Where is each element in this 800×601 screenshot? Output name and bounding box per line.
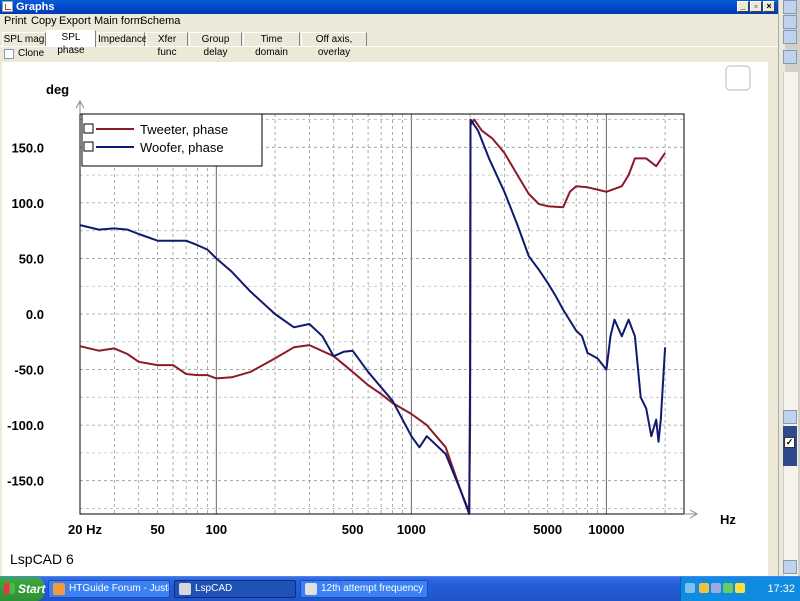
taskbar-item-label: 12th attempt frequency ... [321,583,428,594]
watermark-lspcad: LspCAD 6 [10,551,74,567]
y-tick-label: 100.0 [11,196,44,211]
y-tick-label: -100.0 [7,418,44,433]
y-tick-label: 150.0 [11,140,44,155]
y-tick-label: -50.0 [14,363,44,378]
taskbar-item-label: HTGuide Forum - JustML... [69,583,169,594]
x-tick-label: 50 [150,522,164,537]
tab-time-domain[interactable]: Time domain [243,32,300,58]
x-tick-label: 500 [342,522,364,537]
tab-group-delay[interactable]: Group delay [189,32,242,58]
browser-icon [53,583,65,595]
scroll-down-button[interactable] [783,560,797,574]
security-icon[interactable] [723,583,733,593]
volume-icon[interactable] [735,583,745,593]
background-restore-button[interactable] [783,15,797,29]
menu-copy[interactable]: Copy [31,15,57,28]
help-icon[interactable] [685,583,695,593]
network-icon[interactable] [711,583,721,593]
legend-label: Woofer, phase [140,140,224,155]
lspcad-icon [179,583,191,595]
graphs-window: Graphs _ ▫ × Print Copy Export Main form… [0,0,778,576]
background-minimize-button[interactable] [783,0,797,14]
y-tick-label: -150.0 [7,474,44,489]
y-axis-arrow [75,99,85,114]
legend-checkbox[interactable] [83,123,94,134]
system-tray: 17:32 [680,577,800,601]
scroll-up-button-lower[interactable] [783,410,797,424]
y-axis-label: deg [46,82,69,97]
taskbar-item-label: LspCAD [195,583,233,594]
menu-schema[interactable]: Schema [140,15,180,28]
taskbar: Start HTGuide Forum - JustML... LspCAD 1… [0,576,800,601]
woofer-phase-line [79,118,667,515]
x-tick-label: 10000 [588,522,624,537]
x-axis-arrow [684,509,699,519]
tab-off-axis-overlay[interactable]: Off axis, overlay [301,32,367,58]
taskbar-item-document[interactable]: 12th attempt frequency ... [300,580,428,598]
background-checkbox[interactable]: ✓ [784,437,795,448]
maximize-button[interactable]: ▫ [750,1,762,12]
x-tick-label: 100 [205,522,227,537]
start-button[interactable]: Start [0,577,46,601]
x-tick-label: 1000 [397,522,426,537]
graph-corner-box[interactable] [725,65,751,91]
x-tick-label: 5000 [533,522,562,537]
y-tick-label: 0.0 [26,307,44,322]
clone-row: Clone [0,47,778,61]
document-icon [305,583,317,595]
scroll-up-button[interactable] [783,50,797,64]
tab-impedance[interactable]: Impedance [97,32,147,46]
windows-logo-icon [4,583,15,594]
taskbar-item-lspcad[interactable]: LspCAD [174,580,296,598]
taskbar-item-browser[interactable]: HTGuide Forum - JustML... [48,580,170,598]
tab-spl-mag[interactable]: SPL mag [2,32,46,46]
x-axis-label: Hz [720,512,736,527]
title-bar[interactable]: Graphs _ ▫ × [0,0,778,14]
x-tick-label: 20 Hz [68,522,102,537]
y-tick-label: 50.0 [19,251,44,266]
right-frame: ✓ [778,0,800,576]
start-label: Start [18,582,46,596]
close-button[interactable]: × [763,1,775,12]
minimize-button[interactable]: _ [737,1,749,12]
background-close-button[interactable] [783,30,797,44]
clock: 17:32 [767,583,795,595]
graph-area[interactable]: 150.0 100.0 50.0 0.0 -50.0 -100.0 -150.0 20 Hz 5… [2,62,768,576]
clone-label: Clone [18,48,45,59]
tab-xfer-func[interactable]: Xfer func [146,32,188,58]
legend-checkbox[interactable] [83,141,94,152]
graph-tabs: SPL mag SPL phase Impedance Xfer func Gr… [0,30,778,58]
window-title: Graphs [16,1,55,13]
menu-print[interactable]: Print [4,15,27,28]
phase-chart[interactable]: 150.0 100.0 50.0 0.0 -50.0 -100.0 -150.0 20 Hz 5… [2,62,768,576]
graph-app-icon [2,1,13,12]
show-hidden-icons-icon[interactable] [699,583,709,593]
menu-bar: Print Copy Export Main form Schema [0,14,778,29]
clone-checkbox[interactable] [4,49,14,59]
tab-spl-phase[interactable]: SPL phase [46,30,96,56]
menu-export[interactable]: Export [59,15,91,28]
menu-main-form[interactable]: Main form [94,15,143,28]
background-scrollbar[interactable] [783,72,798,576]
legend-label: Tweeter, phase [140,122,228,137]
tweeter-phase-line [79,118,666,513]
